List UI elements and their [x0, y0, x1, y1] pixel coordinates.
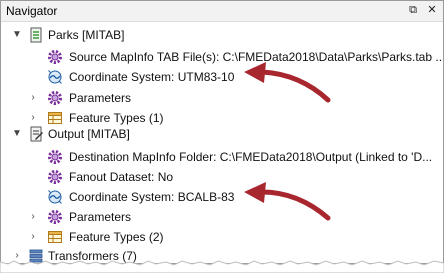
tree-label: Parameters: [69, 91, 132, 105]
tree-item-parameters[interactable]: › Parameters: [1, 87, 443, 109]
gear-icon: [48, 210, 62, 224]
tree-item-destination-dataset[interactable]: Destination MapInfo Folder: C:\FMEData20…: [1, 146, 443, 168]
globe-icon: [48, 70, 62, 84]
globe-icon: [48, 190, 62, 204]
tree-label: Coordinate System: BCALB-83: [69, 190, 235, 204]
navigator-titlebar: Navigator ⧉ ✕: [1, 1, 443, 22]
writer-icon: [30, 126, 43, 142]
tree-label: Destination MapInfo Folder: C:\FMEData20…: [69, 150, 433, 164]
tree-label: Feature Types (2): [69, 230, 164, 244]
chevron-right-icon[interactable]: ›: [27, 211, 39, 223]
tree-item-coordinate-system[interactable]: Coordinate System: BCALB-83: [1, 186, 443, 208]
gear-icon: [48, 50, 62, 64]
float-pin-icon[interactable]: ⧉: [406, 3, 420, 17]
feature-type-icon: [48, 231, 62, 243]
tree-label: Fanout Dataset: No: [69, 170, 174, 184]
chevron-down-icon[interactable]: ▼: [11, 128, 23, 140]
tree-label: Output [MITAB]: [48, 127, 130, 141]
tree-item-output-writer[interactable]: ▼ Output [MITAB]: [1, 123, 443, 145]
chevron-right-icon[interactable]: ›: [27, 92, 39, 104]
gear-icon: [48, 170, 62, 184]
torn-edge: [0, 260, 444, 273]
tree-item-parks-reader[interactable]: ▼ Parks [MITAB]: [1, 24, 443, 46]
chevron-right-icon[interactable]: ›: [27, 231, 39, 243]
tree-item-fanout-dataset[interactable]: Fanout Dataset: No: [1, 166, 443, 188]
tree-label: Parks [MITAB]: [48, 28, 125, 42]
reader-icon: [30, 27, 42, 43]
navigator-panel: Navigator ⧉ ✕ ▼ Parks [MITAB] Source Map…: [0, 0, 444, 264]
tree-item-parameters[interactable]: › Parameters: [1, 206, 443, 228]
tree-label: Parameters: [69, 210, 132, 224]
tree-item-coordinate-system[interactable]: Coordinate System: UTM83-10: [1, 66, 443, 88]
panel-title: Navigator: [6, 4, 58, 18]
tree-label: Source MapInfo TAB File(s): C:\FMEData20…: [69, 50, 444, 64]
chevron-down-icon[interactable]: ▼: [11, 29, 23, 41]
gear-icon: [48, 91, 62, 105]
tree-item-source-dataset[interactable]: Source MapInfo TAB File(s): C:\FMEData20…: [1, 46, 443, 68]
gear-icon: [48, 150, 62, 164]
tree-label: Coordinate System: UTM83-10: [69, 70, 235, 84]
close-icon[interactable]: ✕: [425, 3, 439, 17]
